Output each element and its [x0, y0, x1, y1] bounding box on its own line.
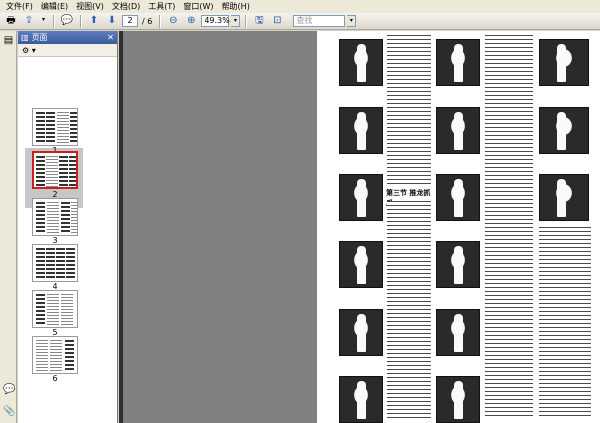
options-menu[interactable]: ⚙ ▾ — [18, 44, 117, 57]
pages-panel-header: ▥ 页面 ✕ — [18, 31, 117, 44]
toolbar: 🖶 ⇪ ▾ 💬 ⬆ ⬇ 2 / 6 ⊖ ⊕ 49.3% ▾ 🖫 ⊡ 查找 ▾ — [0, 13, 600, 30]
up-arrow-icon[interactable]: ⬆ — [86, 14, 102, 28]
figure-photo — [339, 174, 383, 221]
down-arrow-icon[interactable]: ⬇ — [104, 14, 120, 28]
export-icon[interactable]: ⇪ — [21, 14, 37, 28]
fit-page-icon[interactable]: ⊡ — [269, 14, 285, 28]
toolbar-separator — [53, 14, 54, 28]
navigation-strip: ▤ 💬 📎 — [0, 31, 17, 423]
panel-splitter[interactable] — [119, 31, 123, 423]
toolbar-separator — [80, 14, 81, 28]
menu-edit[interactable]: 编辑(E) — [37, 0, 72, 13]
figure-photo — [539, 174, 589, 221]
figure-photo — [339, 309, 383, 356]
text-column — [387, 201, 431, 419]
zoom-input[interactable]: 49.3% — [201, 15, 230, 27]
text-column — [485, 35, 533, 419]
figure-photo — [339, 241, 383, 288]
comments-icon[interactable]: 💬 — [3, 384, 15, 395]
attachment-icon[interactable]: 📎 — [3, 406, 15, 417]
figure-photo — [436, 309, 480, 356]
figure-photo — [339, 376, 383, 423]
pages-icon[interactable]: ▤ — [3, 35, 14, 46]
document-page: 第三节 推龙抓爪 — [317, 31, 600, 423]
print-icon[interactable]: 🖶 — [3, 14, 19, 28]
figure-photo — [436, 376, 480, 423]
pages-panel-icon: ▥ — [21, 33, 29, 42]
text-column — [387, 35, 431, 185]
page-number-input[interactable]: 2 — [122, 15, 138, 27]
figure-photo — [539, 39, 589, 86]
page-thumbnail-1[interactable] — [32, 108, 78, 146]
search-dropdown[interactable]: ▾ — [347, 15, 357, 27]
menu-tools[interactable]: 工具(T) — [144, 0, 179, 13]
menu-window[interactable]: 窗口(W) — [179, 0, 217, 13]
close-icon[interactable]: ✕ — [107, 31, 114, 44]
search-input[interactable]: 查找 — [293, 15, 346, 27]
page-thumbnail-6[interactable] — [32, 336, 78, 374]
figure-photo — [436, 107, 480, 154]
figure-photo — [436, 241, 480, 288]
text-column — [539, 227, 591, 419]
save-icon[interactable]: 🖫 — [251, 14, 267, 28]
zoom-out-icon[interactable]: ⊖ — [165, 14, 181, 28]
page-total-label: / 6 — [142, 16, 153, 26]
menu-help[interactable]: 帮助(H) — [218, 0, 254, 13]
toolbar-separator — [245, 14, 247, 28]
zoom-dropdown[interactable]: ▾ — [231, 15, 241, 27]
pages-panel-title: 页面 — [31, 33, 48, 42]
pages-panel: ▥ 页面 ✕ ⚙ ▾ 1 2 3 4 5 6 — [18, 31, 118, 423]
page-thumbnail-3[interactable] — [32, 198, 78, 236]
figure-photo — [339, 39, 383, 86]
menu-view[interactable]: 视图(V) — [72, 0, 108, 13]
figure-photo — [436, 174, 480, 221]
toolbar-separator — [159, 14, 161, 28]
export-dropdown[interactable]: ▾ — [39, 15, 48, 27]
menu-file[interactable]: 文件(F) — [2, 0, 37, 13]
menu-document[interactable]: 文档(D) — [108, 0, 144, 13]
zoom-in-icon[interactable]: ⊕ — [183, 14, 199, 28]
comment-icon[interactable]: 💬 — [59, 14, 75, 28]
figure-photo — [339, 107, 383, 154]
thumbnail-number: 6 — [52, 374, 58, 383]
menu-bar: 文件(F) 编辑(E) 视图(V) 文档(D) 工具(T) 窗口(W) 帮助(H… — [0, 0, 600, 13]
page-thumbnail-4[interactable] — [32, 244, 78, 282]
figure-photo — [539, 107, 589, 154]
page-thumbnail-5[interactable] — [32, 290, 78, 328]
figure-photo — [436, 39, 480, 86]
thumbnail-list: 1 2 3 4 5 6 — [18, 58, 117, 423]
page-thumbnail-2[interactable] — [32, 151, 78, 189]
